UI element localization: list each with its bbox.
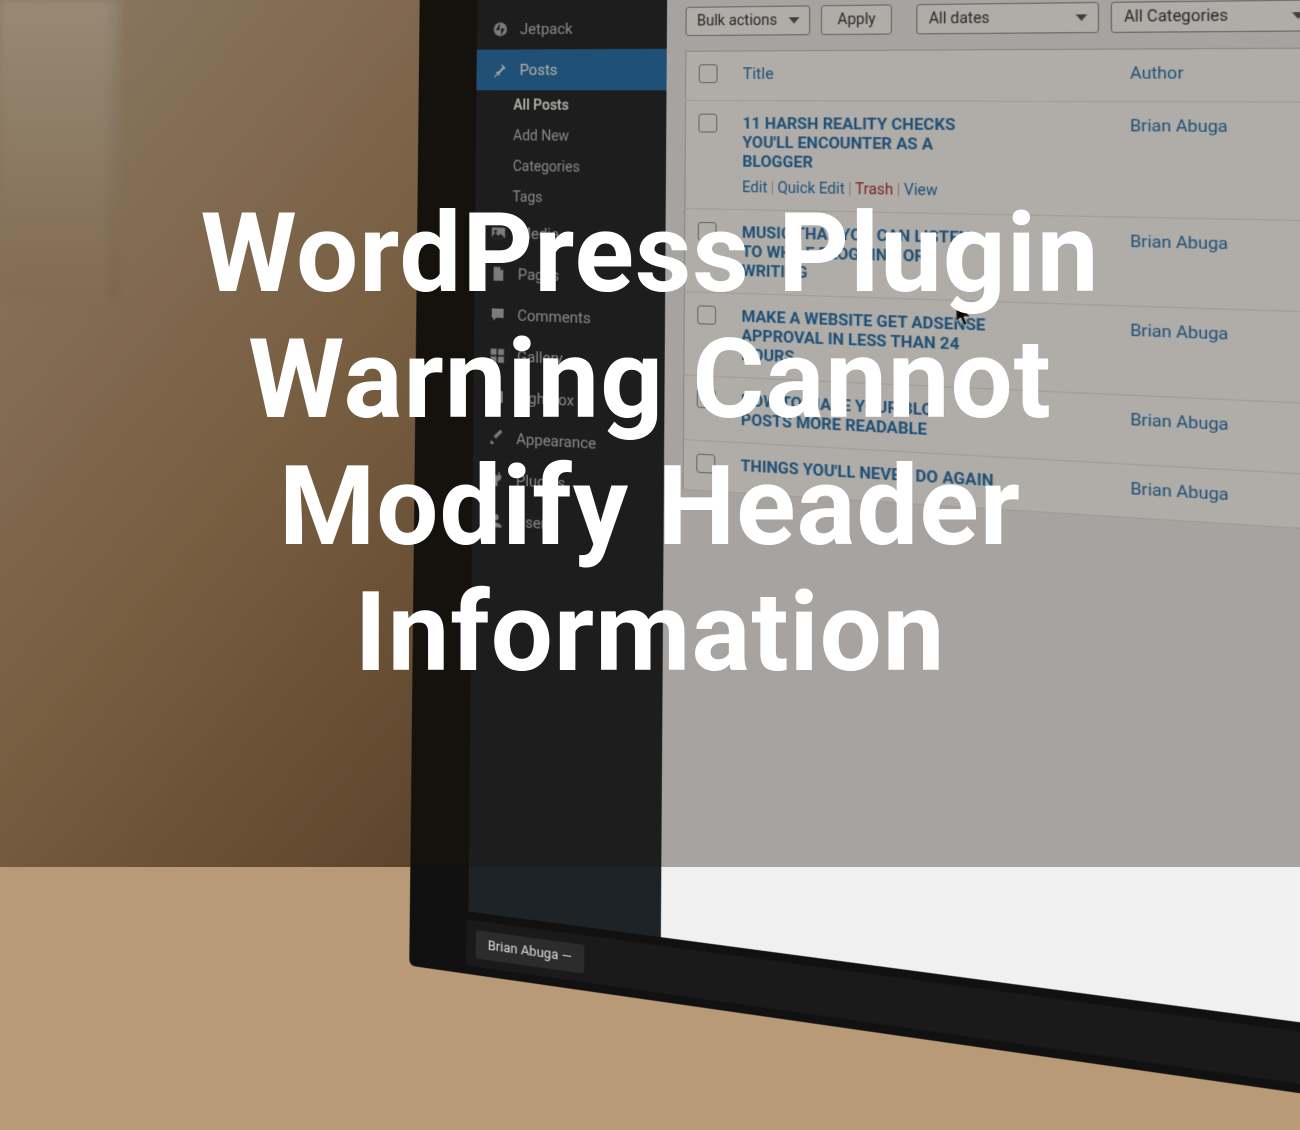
submenu-categories[interactable]: Categories — [476, 151, 667, 184]
dates-select[interactable]: All dates — [916, 2, 1099, 34]
sidebar-item-jetpack[interactable]: Jetpack — [477, 7, 667, 50]
sidebar-item-label: Media — [518, 224, 559, 243]
post-title-link[interactable]: 11 HARSH REALITY CHECKS YOU'LL ENCOUNTER… — [742, 114, 995, 175]
bulk-actions-select[interactable]: Bulk actions — [685, 5, 810, 36]
sidebar-item-label: Jetpack — [520, 19, 573, 38]
col-author[interactable]: Author — [1116, 48, 1290, 102]
page-icon — [488, 263, 508, 284]
sidebar-item-label: Plugins — [516, 471, 566, 493]
row-checkbox[interactable] — [696, 453, 715, 473]
author-link[interactable]: Brian Abuga — [1130, 231, 1228, 254]
post-title-link[interactable]: MUSIC THAT YOU CAN LISTEN TO WHILE BLOGG… — [742, 223, 995, 288]
sidebar-item-label: Lightbox — [517, 389, 575, 411]
submenu-tags[interactable]: Tags — [475, 182, 666, 216]
apply-button[interactable]: Apply — [821, 4, 892, 35]
pin-icon — [490, 60, 510, 80]
sidebar-item-label: Posts — [520, 61, 558, 79]
sidebar-item-label: Pages — [518, 265, 560, 285]
wp-admin-screen: G Site Kit Jetpack Posts All Posts Add N… — [468, 0, 1300, 1056]
user-icon — [486, 509, 506, 531]
categories-select[interactable]: All Categories — [1111, 0, 1300, 33]
author-link[interactable]: Brian Abuga — [1130, 409, 1228, 434]
author-link[interactable]: Brian Abuga — [1130, 116, 1228, 137]
row-checkbox[interactable] — [698, 222, 717, 241]
sidebar-item-label: Comments — [517, 306, 591, 327]
taskbar-window[interactable]: Brian Abuga — — [476, 930, 584, 973]
media-icon — [489, 222, 509, 243]
plug-icon — [486, 468, 506, 490]
post-title-link[interactable]: MAKE A WEBSITE GET ADSENSE APPROVAL IN L… — [741, 307, 994, 375]
row-actions: Edit|Quick Edit|Trash|View — [742, 179, 1102, 202]
sidebar-item-label: Users — [515, 512, 553, 533]
author-link[interactable]: Brian Abuga — [1130, 478, 1228, 504]
sidebar-item-posts[interactable]: Posts — [476, 49, 666, 91]
lightbox-icon — [487, 386, 507, 408]
action-quick-edit[interactable]: Quick Edit — [777, 180, 844, 198]
row-checkbox[interactable] — [697, 305, 716, 325]
sidebar-item-label: Gallery — [517, 347, 563, 368]
sidebar-item-pages[interactable]: Pages — [474, 253, 665, 300]
action-view[interactable]: View — [904, 182, 938, 200]
row-checkbox[interactable] — [698, 114, 717, 133]
wp-admin-sidebar: G Site Kit Jetpack Posts All Posts Add N… — [468, 0, 667, 937]
table-row: 11 HARSH REALITY CHECKS YOU'LL ENCOUNTER… — [685, 100, 1300, 224]
book-edge — [0, 0, 120, 300]
post-title-link[interactable]: THINGS YOU'LL NEVER DO AGAIN — [741, 456, 995, 491]
jetpack-icon — [491, 19, 511, 39]
desk-background — [0, 0, 480, 867]
row-checkbox[interactable] — [697, 389, 716, 409]
brush-icon — [487, 427, 507, 449]
submenu-all-posts[interactable]: All Posts — [476, 90, 666, 122]
laptop-scene: G Site Kit Jetpack Posts All Posts Add N… — [409, 0, 1300, 1130]
action-trash[interactable]: Trash — [855, 181, 893, 199]
posts-table: Title Author Categories 11 HARSH REALITY… — [683, 47, 1300, 544]
col-title[interactable]: Title — [730, 49, 1116, 101]
sidebar-item-label: Appearance — [516, 430, 596, 453]
post-title-link[interactable]: HOW TO MAKE YOUR BLOG POSTS MORE READABL… — [741, 391, 995, 443]
action-edit[interactable]: Edit — [742, 179, 767, 196]
comment-icon — [488, 304, 508, 325]
tablenav-top: Bulk actions Apply All dates All Categor… — [685, 0, 1300, 36]
select-all-cell — [686, 51, 731, 101]
gallery-icon — [487, 345, 507, 366]
wp-main-content: All (9) | Published (9) | Trash (2) Bulk… — [661, 0, 1300, 1056]
author-link[interactable]: Brian Abuga — [1130, 320, 1228, 344]
sidebar-item-media[interactable]: Media — [475, 212, 666, 258]
submenu-add-new[interactable]: Add New — [476, 121, 666, 154]
taskbar-window-label: Brian Abuga — — [488, 938, 572, 965]
col-categories[interactable]: Categories — [1289, 47, 1300, 103]
select-all-checkbox[interactable] — [699, 64, 718, 83]
